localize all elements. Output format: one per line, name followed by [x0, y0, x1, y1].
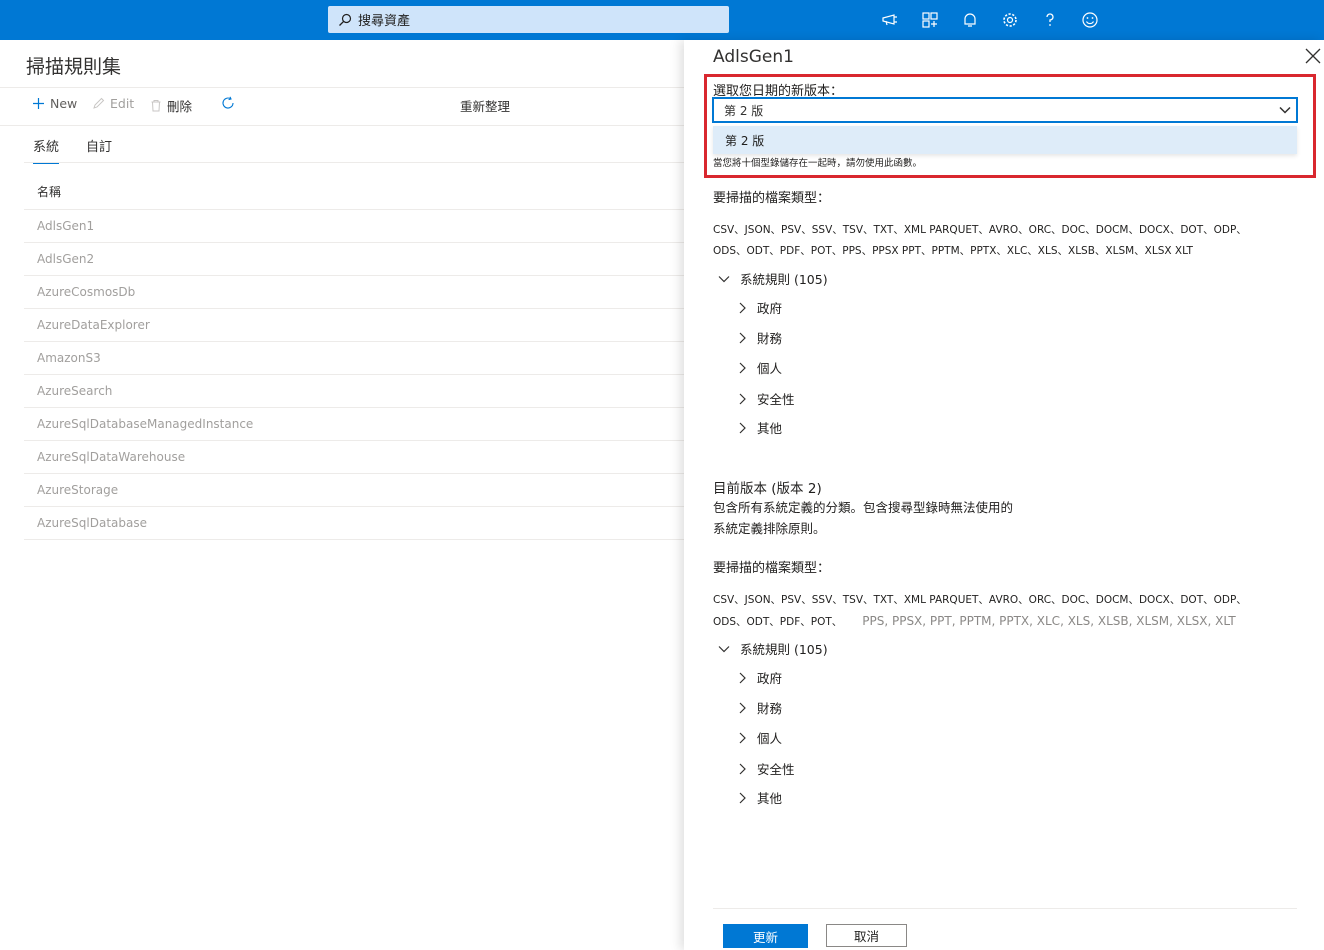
tree-label: 政府 [757, 671, 783, 686]
trash-icon [151, 100, 161, 112]
help-icon[interactable] [1030, 0, 1070, 40]
table-row[interactable]: AzureDataExplorer [24, 309, 684, 342]
chevron-right-icon [739, 672, 746, 683]
tree-label: 系統規則 (105) [740, 642, 828, 657]
smiley-icon[interactable] [1070, 0, 1110, 40]
tab-system[interactable]: 系統 [33, 136, 60, 164]
delete-label: 刪除 [167, 99, 193, 114]
tree-label: 系統規則 (105) [740, 272, 828, 287]
table-row[interactable]: AzureCosmosDb [24, 276, 684, 309]
divider [0, 125, 684, 126]
tree-label: 政府 [757, 301, 783, 316]
current-version-description: 包含所有系統定義的分類。包含搜尋型錄時無法使用的系統定義排除原則。 [713, 500, 1014, 536]
divider [713, 908, 1297, 909]
command-bar: New Edit 刪除 重新整理 [24, 96, 684, 118]
close-icon[interactable] [1304, 47, 1322, 65]
rule-category-government[interactable]: 政府 [736, 668, 782, 687]
rule-category-other[interactable]: 其他 [736, 788, 782, 807]
file-types-line: CSV、JSON、PSV、SSV、TSV、TXT、XML PARQUET、AVR… [713, 594, 1247, 606]
refresh-label: 重新整理 [460, 99, 511, 114]
plus-icon [33, 98, 44, 109]
tree-label: 財務 [757, 701, 783, 716]
rule-category-finance[interactable]: 財務 [736, 698, 782, 717]
top-bar: 搜尋資產 [0, 0, 1324, 40]
cancel-button[interactable]: 取消 [826, 924, 907, 947]
chevron-right-icon [739, 732, 746, 743]
update-button[interactable]: 更新 [723, 924, 808, 948]
chevron-down-icon [718, 275, 730, 282]
file-types-line: ODS、ODT、PDF、POT、 [713, 616, 843, 628]
chevron-right-icon [739, 702, 746, 713]
chevron-right-icon [739, 393, 746, 404]
system-rules-node[interactable]: 系統規則 (105) [717, 639, 828, 658]
table-row[interactable]: AzureSqlDatabaseManagedInstance [24, 408, 684, 441]
new-label: New [50, 96, 78, 111]
rule-category-security[interactable]: 安全性 [736, 759, 795, 778]
rule-category-personal[interactable]: 個人 [736, 358, 782, 377]
chevron-right-icon [739, 362, 746, 373]
new-button[interactable]: New [32, 96, 77, 111]
chevron-right-icon [739, 763, 746, 774]
search-icon [339, 13, 352, 26]
search-placeholder: 搜尋資產 [358, 14, 411, 29]
directory-icon[interactable] [910, 0, 950, 40]
rule-category-personal[interactable]: 個人 [736, 728, 782, 747]
chevron-down-icon [718, 645, 730, 652]
highlight-box [704, 74, 1316, 178]
tree-label: 安全性 [757, 762, 795, 777]
table-row[interactable]: AzureSearch [24, 375, 684, 408]
chevron-right-icon [739, 332, 746, 343]
tree-label: 安全性 [757, 392, 795, 407]
chevron-right-icon [739, 302, 746, 313]
feedback-icon[interactable] [870, 0, 910, 40]
file-types-line: CSV、JSON、PSV、SSV、TSV、TXT、XML PARQUET、AVR… [713, 224, 1247, 236]
refresh-icon [222, 96, 234, 109]
table-row[interactable]: AdlsGen1 [24, 210, 684, 243]
tree-label: 個人 [757, 731, 783, 746]
table-row[interactable]: AdlsGen2 [24, 243, 684, 276]
file-types-label: 要掃描的檔案類型： [713, 561, 831, 576]
edit-label: Edit [110, 96, 135, 111]
divider [0, 87, 684, 88]
column-header-label: 名稱 [37, 185, 62, 199]
tab-list: 系統 自訂 [33, 136, 139, 164]
rule-category-government[interactable]: 政府 [736, 298, 782, 317]
tree-label: 其他 [757, 791, 783, 806]
tree-label: 其他 [757, 421, 783, 436]
table-row[interactable]: AzureStorage [24, 474, 684, 507]
pencil-icon [93, 97, 105, 109]
scan-rulesets-page: 掃描規則集 New Edit 刪除 重新整理 系統 自訂 名稱 AdlsGen1… [0, 40, 684, 950]
file-types-list: CSV、JSON、PSV、SSV、TSV、TXT、XML PARQUET、AVR… [713, 590, 1247, 633]
table-row[interactable]: AzureSqlDatabase [24, 507, 684, 540]
file-types-list: CSV、JSON、PSV、SSV、TSV、TXT、XML PARQUET、AVR… [713, 220, 1247, 262]
tree-label: 個人 [757, 361, 783, 376]
column-header-name[interactable]: 名稱 [24, 174, 684, 210]
file-types-line: ODS、ODT、PDF、POT、PPS、PPSX PPT、PPTM、PPTX、X… [713, 245, 1193, 257]
refresh-button[interactable] [221, 96, 235, 110]
search-box[interactable]: 搜尋資產 [328, 6, 729, 33]
rule-category-other[interactable]: 其他 [736, 418, 782, 437]
ruleset-list: 名稱 AdlsGen1 AdlsGen2 AzureCosmosDb Azure… [24, 174, 684, 540]
tree-label: 財務 [757, 331, 783, 346]
table-row[interactable]: AmazonS3 [24, 342, 684, 375]
current-version-title: 目前版本 (版本 2) [713, 481, 822, 497]
refresh-text-button[interactable]: 重新整理 [460, 96, 510, 115]
bell-icon[interactable] [950, 0, 990, 40]
gear-icon[interactable] [990, 0, 1030, 40]
edit-button[interactable]: Edit [92, 96, 134, 111]
rule-category-finance[interactable]: 財務 [736, 328, 782, 347]
rule-category-security[interactable]: 安全性 [736, 389, 795, 408]
ruleset-detail-panel: AdlsGen1 選取您日期的新版本： 第 2 版 第 2 版 當您將十個型錄儲… [684, 40, 1324, 950]
chevron-right-icon [739, 422, 746, 433]
panel-title: AdlsGen1 [713, 47, 794, 67]
divider [24, 162, 684, 163]
table-row[interactable]: AzureSqlDataWarehouse [24, 441, 684, 474]
file-types-label: 要掃描的檔案類型： [713, 191, 831, 206]
chevron-right-icon [739, 792, 746, 803]
system-rules-node[interactable]: 系統規則 (105) [717, 269, 828, 288]
file-types-line: PPS, PPSX, PPT, PPTM, PPTX, XLC, XLS, XL… [862, 614, 1236, 628]
page-title: 掃描規則集 [26, 56, 122, 78]
delete-button[interactable]: 刪除 [150, 96, 192, 115]
tab-custom[interactable]: 自訂 [86, 136, 112, 164]
